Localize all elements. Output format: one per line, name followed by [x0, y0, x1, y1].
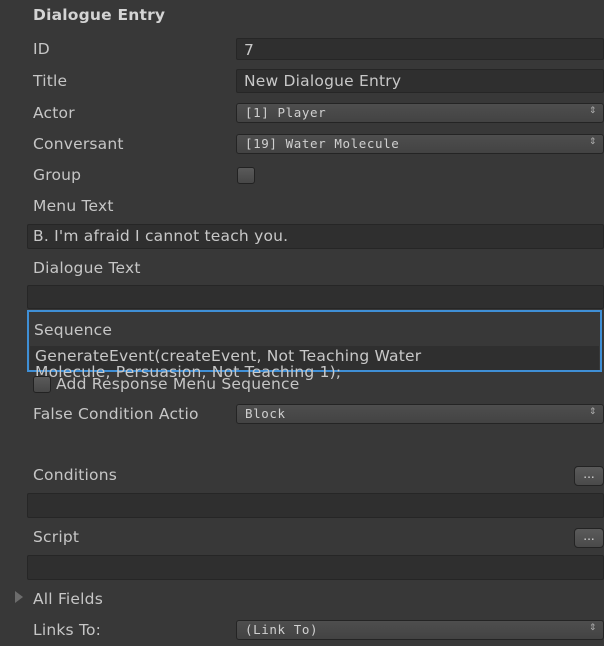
links-to-label: Links To:	[33, 621, 102, 639]
script-wizard-button[interactable]: ...	[574, 528, 604, 548]
script-field[interactable]	[27, 555, 604, 580]
links-to-dropdown[interactable]: (Link To) ⇕	[236, 620, 604, 640]
title-field[interactable]: New Dialogue Entry	[236, 69, 604, 93]
actor-dropdown[interactable]: [1] Player ⇕	[236, 103, 604, 123]
sequence-field[interactable]: GenerateEvent(createEvent, Not Teaching …	[30, 346, 599, 380]
all-fields-foldout[interactable]: All Fields	[33, 590, 103, 608]
add-response-menu-sequence-label: Add Response Menu Sequence	[56, 375, 300, 393]
false-condition-action-label: False Condition Actio	[33, 405, 199, 423]
false-condition-action-dropdown[interactable]: Block ⇕	[236, 404, 604, 424]
false-condition-action-value: Block	[245, 406, 286, 421]
dropdown-arrow-icon: ⇕	[588, 137, 597, 147]
sequence-line-1: GenerateEvent(createEvent, Not Teaching …	[35, 347, 422, 365]
menu-text-label: Menu Text	[33, 197, 114, 215]
sequence-label: Sequence	[34, 321, 113, 339]
conditions-wizard-button[interactable]: ...	[574, 466, 604, 486]
group-checkbox[interactable]	[237, 167, 255, 184]
group-label: Group	[33, 166, 82, 184]
conversant-value: [19] Water Molecule	[245, 136, 400, 151]
dropdown-arrow-icon: ⇕	[588, 623, 597, 633]
links-to-value: (Link To)	[245, 622, 319, 637]
conversant-dropdown[interactable]: [19] Water Molecule ⇕	[236, 134, 604, 154]
actor-label: Actor	[33, 104, 75, 122]
conversant-label: Conversant	[33, 135, 124, 153]
section-title: Dialogue Entry	[33, 6, 166, 24]
actor-value: [1] Player	[245, 105, 327, 120]
add-response-menu-sequence-checkbox[interactable]	[33, 376, 51, 393]
dialogue-text-label: Dialogue Text	[33, 259, 141, 277]
dialogue-text-field[interactable]	[27, 285, 604, 309]
id-label: ID	[33, 40, 50, 58]
dropdown-arrow-icon: ⇕	[588, 106, 597, 116]
id-field[interactable]: 7	[236, 38, 604, 60]
title-label: Title	[33, 72, 68, 90]
script-label: Script	[33, 528, 80, 546]
menu-text-field[interactable]: B. I'm afraid I cannot teach you.	[27, 224, 604, 249]
conditions-label: Conditions	[33, 466, 118, 484]
foldout-arrow-icon[interactable]	[15, 591, 23, 603]
conditions-field[interactable]	[27, 493, 604, 518]
dropdown-arrow-icon: ⇕	[588, 407, 597, 417]
